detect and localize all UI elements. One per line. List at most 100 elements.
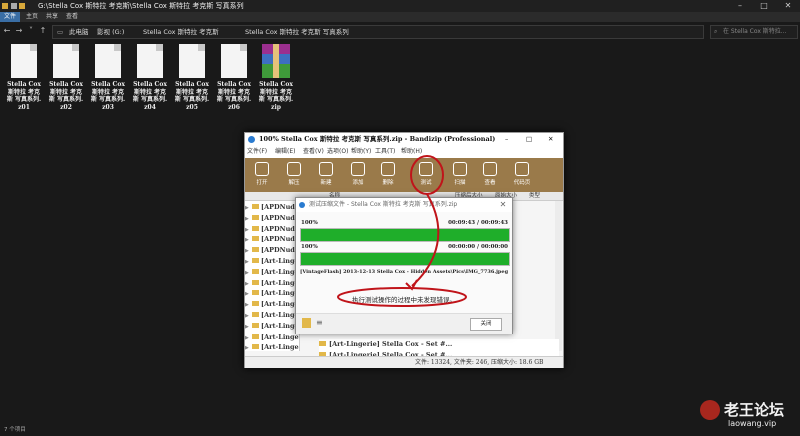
document-icon — [137, 44, 163, 78]
tab-home[interactable]: 主页 — [26, 12, 38, 22]
tree-item[interactable]: ▶ [Art-Linge — [245, 341, 299, 351]
toolbar-button[interactable]: 打开 — [247, 160, 277, 190]
total-progress-bar — [300, 228, 510, 242]
minimize-icon[interactable]: – — [728, 0, 752, 12]
toolbar-button[interactable]: 添加 — [343, 160, 373, 190]
open-icon — [255, 162, 269, 176]
folder-icon — [252, 225, 259, 231]
tab-file[interactable]: 文件 — [0, 12, 21, 22]
bandizip-logo-icon — [248, 136, 255, 143]
vertical-scrollbar[interactable] — [555, 201, 562, 351]
bandizip-status-bar: 文件: 13324, 文件夹: 246, 压缩大小: 18.6 GB — [245, 356, 563, 368]
explorer-status-bar: 7 个项目 — [0, 424, 800, 436]
menu-item[interactable]: 文件(F) — [247, 146, 267, 158]
watermark-url: laowang.vip — [728, 419, 777, 428]
scan-icon — [453, 162, 467, 176]
folder-icon — [252, 236, 259, 242]
forward-arrow-icon[interactable]: → — [14, 26, 24, 36]
quick-access-newfolder-icon[interactable] — [19, 3, 25, 9]
bz-minimize-icon[interactable]: – — [505, 133, 508, 146]
up-arrow-icon[interactable]: ↑ — [38, 26, 48, 36]
document-icon — [95, 44, 121, 78]
codepage-icon — [515, 162, 529, 176]
folder-icon — [252, 333, 259, 339]
file-item[interactable]: Stella Cox 斯特拉 考克斯 写真系列. z06 — [215, 44, 253, 111]
menu-item[interactable]: 工具(T) — [375, 146, 395, 158]
folder-icon — [252, 268, 259, 274]
watermark-title: 老王论坛 — [724, 401, 785, 419]
file-item[interactable]: Stella Cox 斯特拉 考克斯 写真系列. z05 — [173, 44, 211, 111]
recent-chevron-icon[interactable]: ˅ — [26, 26, 36, 36]
folder-tree[interactable]: ▶ [APDNude ▶ [APDNude ▶ [APDNude ▶ [APDNude ▶ [AP… — [245, 201, 300, 351]
toolbar-button[interactable]: 删除 — [373, 160, 403, 190]
archive-summary: 文件: 13324, 文件夹: 246, 压缩大小: 18.6 GB — [415, 359, 544, 366]
toolbar-button[interactable]: 扫描 — [445, 160, 475, 190]
maximize-icon[interactable]: □ — [752, 0, 776, 12]
file-item[interactable]: Stella Cox 斯特拉 考克斯 写真系列. z03 — [89, 44, 127, 111]
menu-item[interactable]: 帮助(H) — [401, 146, 422, 158]
current-file-path: [VintageFlash] 2013-12-13 Stella Cox - H… — [300, 269, 508, 275]
total-progress-fill — [301, 229, 509, 241]
breadcrumb-pc[interactable]: 此电脑 — [69, 26, 89, 38]
view-icon — [483, 162, 497, 176]
file-time: 00:00:00 / 00:00:00 — [448, 244, 508, 250]
toolbar-button[interactable]: 测试 — [411, 160, 441, 190]
toolbar-button[interactable]: 查看 — [475, 160, 505, 190]
dialog-title: 测试压缩文件 - Stella Cox 斯特拉 考克斯 写真系列.zip — [309, 201, 458, 208]
menu-item[interactable]: 编辑(E) — [275, 146, 295, 158]
breadcrumb-drive[interactable]: 影视 (G:) — [97, 26, 124, 38]
bz-close-icon[interactable]: ✕ — [548, 133, 553, 146]
file-name: Stella Cox 斯特拉 考克斯 写真系列. z05 — [174, 81, 210, 111]
extract-icon — [287, 162, 301, 176]
menu-item[interactable]: 帮助(Y) — [351, 146, 371, 158]
test-icon — [419, 162, 433, 176]
folder-icon — [319, 341, 326, 346]
tab-share[interactable]: 共享 — [46, 12, 58, 22]
new-icon — [319, 162, 333, 176]
menu-item[interactable]: 查看(V) — [303, 146, 324, 158]
close-button[interactable]: 关闭 — [470, 318, 502, 331]
document-icon — [11, 44, 37, 78]
tab-view[interactable]: 查看 — [66, 12, 78, 22]
folder-icon — [252, 204, 259, 209]
list-item[interactable]: [Art-Lingerie] Stella Cox - Set #... — [319, 339, 559, 350]
close-icon[interactable]: ✕ — [776, 0, 800, 12]
expand-chevron-icon[interactable]: ▶ — [245, 342, 252, 351]
folder-icon — [252, 258, 259, 263]
document-icon — [53, 44, 79, 78]
file-item[interactable]: Stella Cox 斯特拉 考克斯 写真系列. z02 — [47, 44, 85, 111]
quick-access-folder-icon[interactable] — [2, 3, 8, 9]
file-progress-bar — [300, 252, 510, 266]
toolbar-button[interactable]: 代码页 — [507, 160, 537, 190]
bandizip-logo-icon — [299, 202, 305, 208]
menu-item[interactable]: 选项(O) — [327, 146, 348, 158]
address-bar[interactable]: ▭ 此电脑 影视 (G:) Stella Cox 斯特拉 考克斯 Stella … — [52, 25, 704, 39]
window-title: G:\Stella Cox 斯特拉 考克斯\Stella Cox 斯特拉 考克斯… — [38, 2, 244, 10]
file-item[interactable]: Stella Cox 斯特拉 考克斯 写真系列. zip — [257, 44, 295, 111]
file-item[interactable]: Stella Cox 斯特拉 考克斯 写真系列. z04 — [131, 44, 169, 111]
total-time: 00:09:43 / 00:09:43 — [448, 220, 508, 226]
dialog-titlebar: 测试压缩文件 - Stella Cox 斯特拉 考克斯 写真系列.zip — [296, 198, 512, 212]
search-input[interactable]: ⌕ 在 Stella Cox 斯特拉... — [710, 25, 798, 39]
breadcrumb-current[interactable]: Stella Cox 斯特拉 考克斯 写真系列 — [245, 26, 349, 38]
back-arrow-icon[interactable]: ← — [2, 26, 12, 36]
quick-access-properties-icon[interactable] — [11, 3, 17, 9]
document-icon — [221, 44, 247, 78]
toolbar-button[interactable]: 新建 — [311, 160, 341, 190]
file-progress-fill — [301, 253, 509, 265]
folder-icon — [252, 322, 259, 328]
folder-icon — [252, 290, 259, 296]
bz-maximize-icon[interactable]: □ — [526, 133, 532, 146]
explorer-titlebar: G:\Stella Cox 斯特拉 考克斯\Stella Cox 斯特拉 考克斯… — [0, 0, 800, 12]
dialog-close-icon[interactable]: ✕ — [496, 198, 510, 212]
file-name: Stella Cox 斯特拉 考克斯 写真系列. zip — [258, 81, 294, 111]
col-type[interactable]: 类型 — [529, 192, 540, 201]
breadcrumb-folder[interactable]: Stella Cox 斯特拉 考克斯 — [143, 26, 219, 38]
winrar-archive-icon — [262, 44, 290, 78]
search-icon: ⌕ — [714, 28, 718, 35]
toolbar-button[interactable]: 解压 — [279, 160, 309, 190]
file-item[interactable]: Stella Cox 斯特拉 考克斯 写真系列. z01 — [5, 44, 43, 111]
result-message: 执行测试操作的过程中未发现错误。 — [352, 296, 456, 304]
menu-icon[interactable]: ≡ — [316, 319, 324, 327]
document-icon — [179, 44, 205, 78]
